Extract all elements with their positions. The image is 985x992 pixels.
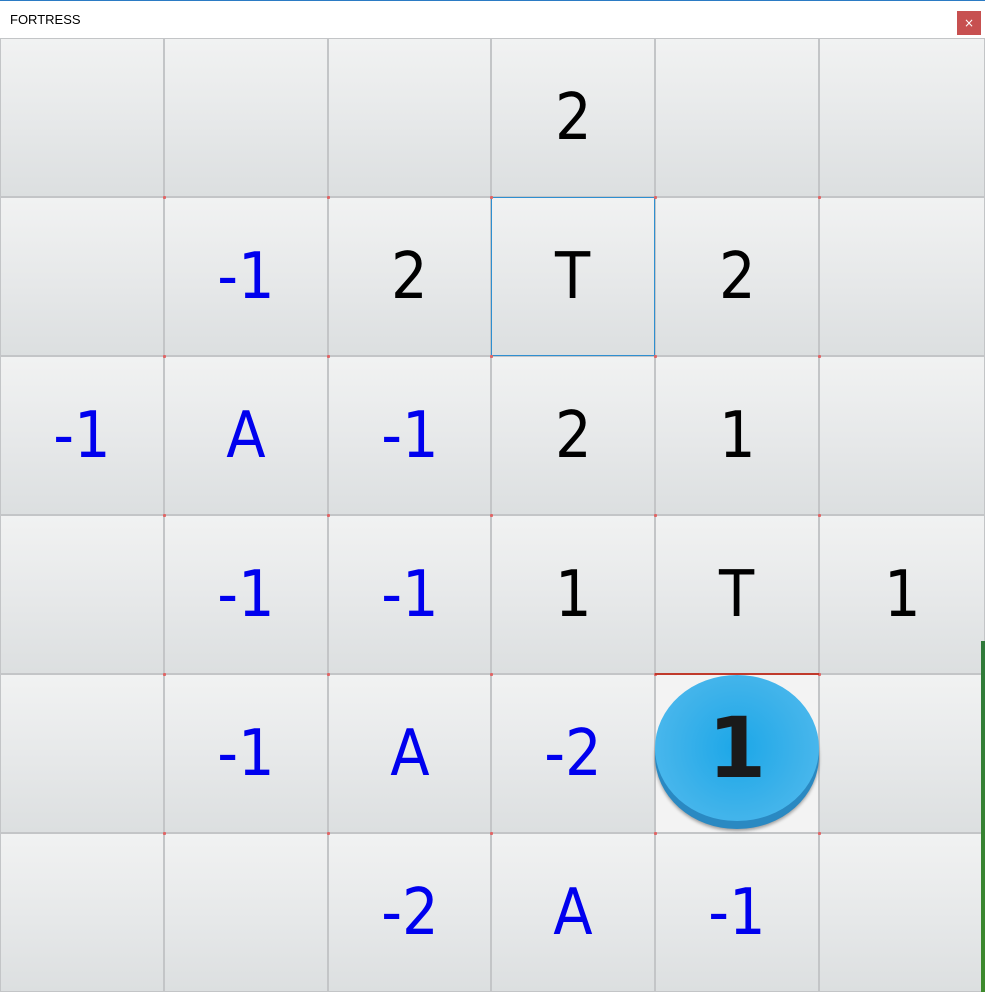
player-token[interactable]: 1 xyxy=(655,675,819,829)
board-cell-r6-c5[interactable]: -1 xyxy=(655,833,819,992)
cell-value: -1 xyxy=(53,398,111,473)
board-cell-r3-c5[interactable]: 1 xyxy=(655,356,819,515)
board-cell-r1-c2[interactable] xyxy=(164,38,328,197)
board-cell-r1-c4[interactable]: 2 xyxy=(491,38,655,197)
cell-value: 1 xyxy=(883,557,921,632)
board-cell-r3-c3[interactable]: -1 xyxy=(328,356,491,515)
cell-value: 2 xyxy=(718,239,756,314)
cell-value: A xyxy=(226,398,266,473)
cell-value: 2 xyxy=(391,239,428,314)
cell-value: T xyxy=(555,239,591,314)
cell-value: -1 xyxy=(217,716,275,791)
board-cell-r2-c2[interactable]: -1 xyxy=(164,197,328,356)
cell-value: -1 xyxy=(708,875,766,950)
board-cell-r2-c6[interactable] xyxy=(819,197,985,356)
cell-value: -2 xyxy=(544,716,602,791)
window-title: FORTRESS xyxy=(10,12,81,27)
board-cell-r5-c4[interactable]: -2 xyxy=(491,674,655,833)
cell-value: 1 xyxy=(554,557,592,632)
close-button[interactable]: × xyxy=(957,11,981,35)
game-board: 2 -1 2 T 2 -1 A -1 2 1 -1 -1 1 T 1 -1 A -2 -2 A -1 1 xyxy=(0,38,985,992)
board-cell-r4-c5[interactable]: T xyxy=(655,515,819,674)
cell-value: A xyxy=(389,716,430,791)
cell-value: -1 xyxy=(380,398,439,473)
board-cell-r3-c2[interactable]: A xyxy=(164,356,328,515)
board-cell-r3-c6[interactable] xyxy=(819,356,985,515)
board-cell-r3-c1[interactable]: -1 xyxy=(0,356,164,515)
board-cell-r6-c2[interactable] xyxy=(164,833,328,992)
board-cell-r1-c1[interactable] xyxy=(0,38,164,197)
board-cell-r6-c4[interactable]: A xyxy=(491,833,655,992)
title-bar: FORTRESS × xyxy=(0,2,985,38)
board-cell-r2-c1[interactable] xyxy=(0,197,164,356)
token-label: 1 xyxy=(707,699,767,797)
board-cell-r4-c1[interactable] xyxy=(0,515,164,674)
board-cell-r3-c4[interactable]: 2 xyxy=(491,356,655,515)
board-cell-r5-c3[interactable]: A xyxy=(328,674,491,833)
background-edge xyxy=(981,641,985,992)
cell-value: T xyxy=(719,557,755,632)
board-cell-r2-c5[interactable]: 2 xyxy=(655,197,819,356)
cell-value: A xyxy=(553,875,593,950)
board-cell-r5-c6[interactable] xyxy=(819,674,985,833)
cell-value: -2 xyxy=(380,875,439,950)
board-cell-r4-c4[interactable]: 1 xyxy=(491,515,655,674)
board-cell-r6-c3[interactable]: -2 xyxy=(328,833,491,992)
board-cell-r1-c3[interactable] xyxy=(328,38,491,197)
board-cell-r2-c4[interactable]: T xyxy=(491,197,655,356)
board-cell-r5-c1[interactable] xyxy=(0,674,164,833)
board-cell-r5-c2[interactable]: -1 xyxy=(164,674,328,833)
cell-value: -1 xyxy=(217,239,275,314)
board-cell-r2-c3[interactable]: 2 xyxy=(328,197,491,356)
cell-value: -1 xyxy=(217,557,275,632)
cell-value: 1 xyxy=(718,398,756,473)
board-cell-r4-c3[interactable]: -1 xyxy=(328,515,491,674)
cell-value: 2 xyxy=(554,80,592,155)
board-cell-r6-c1[interactable] xyxy=(0,833,164,992)
board-cell-r4-c6[interactable]: 1 xyxy=(819,515,985,674)
cell-value: -1 xyxy=(380,557,439,632)
board-cell-r1-c6[interactable] xyxy=(819,38,985,197)
board-cell-r1-c5[interactable] xyxy=(655,38,819,197)
board-cell-r6-c6[interactable] xyxy=(819,833,985,992)
game-window: FORTRESS × 2 -1 2 T 2 -1 A -1 2 1 -1 -1 1 T 1 -1 A -2 -2 A -… xyxy=(0,0,985,992)
cell-value: 2 xyxy=(554,398,592,473)
board-cell-r4-c2[interactable]: -1 xyxy=(164,515,328,674)
